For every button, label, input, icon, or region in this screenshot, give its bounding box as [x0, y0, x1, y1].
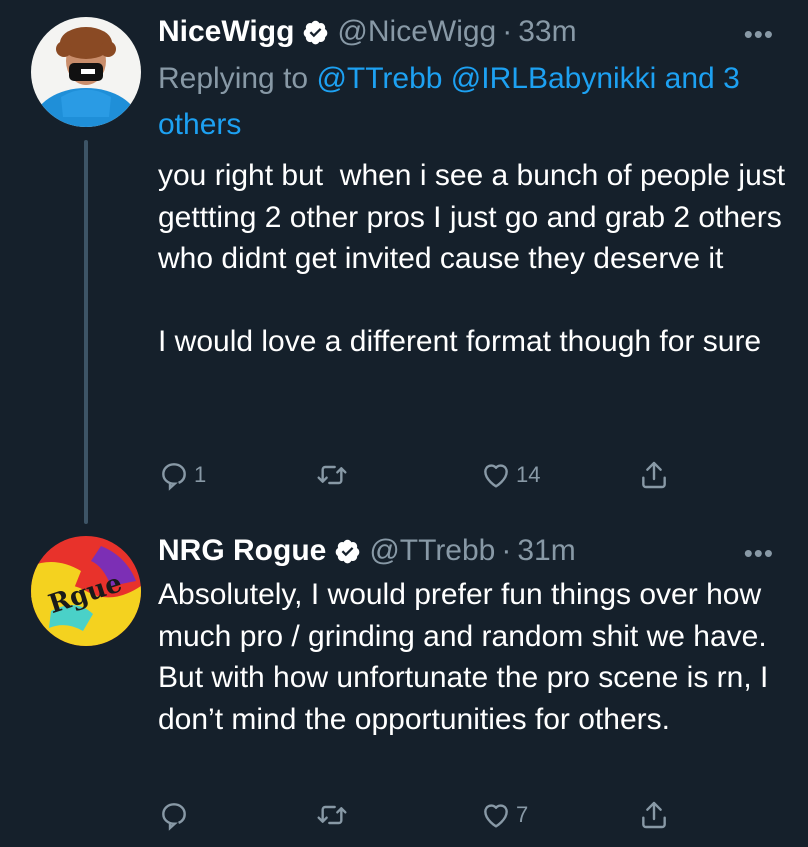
tweet-header: NRG Rogue @TTrebb · 31m [158, 530, 576, 572]
thread-line [84, 140, 88, 524]
like-button[interactable]: 7 [480, 797, 528, 833]
avatar-nrg-rogue[interactable]: Rgue [31, 536, 141, 646]
tweet-text: Absolutely, I would prefer fun things ov… [158, 578, 777, 736]
like-count: 7 [516, 802, 529, 827]
tweet-actions: 7 [158, 797, 698, 833]
display-name[interactable]: NRG Rogue [158, 534, 326, 568]
reply-button[interactable]: 1 [158, 457, 206, 493]
avatar-nicewigg[interactable] [31, 17, 141, 127]
share-button[interactable] [638, 457, 670, 493]
like-count: 14 [516, 462, 541, 487]
replying-prefix: Replying to [158, 62, 317, 95]
retweet-icon [317, 805, 347, 825]
reply-button[interactable] [158, 797, 194, 833]
user-handle[interactable]: @NiceWigg [337, 15, 496, 49]
timestamp[interactable]: 31m [517, 534, 575, 568]
retweet-button[interactable] [316, 797, 352, 833]
more-icon[interactable]: ••• [744, 21, 774, 47]
replying-to: Replying to @TTrebb @IRLBabynikki and 3 … [158, 56, 788, 148]
timestamp[interactable]: 33m [518, 15, 576, 49]
like-button[interactable]: 14 [480, 457, 540, 493]
tweet-text: you right but when i see a bunch of peop… [158, 159, 786, 358]
reply-icon [162, 463, 186, 491]
tweet-header: NiceWigg @NiceWigg · 33m [158, 11, 577, 53]
reply-count: 1 [194, 462, 207, 487]
tweet-actions: 1 14 [158, 457, 698, 493]
reply-icon [162, 803, 186, 831]
retweet-icon [317, 465, 347, 485]
like-icon [484, 464, 508, 488]
share-icon [642, 461, 666, 489]
share-button[interactable] [638, 797, 670, 833]
more-icon[interactable]: ••• [744, 540, 774, 566]
separator-dot: · [501, 534, 512, 567]
display-name[interactable]: NiceWigg [158, 15, 294, 49]
verified-badge-icon [336, 539, 360, 563]
verified-badge-icon [304, 20, 328, 44]
retweet-button[interactable] [316, 457, 352, 493]
share-icon [642, 801, 666, 829]
user-handle[interactable]: @TTrebb [369, 534, 495, 568]
like-icon [484, 804, 508, 828]
separator-dot: · [502, 15, 513, 48]
